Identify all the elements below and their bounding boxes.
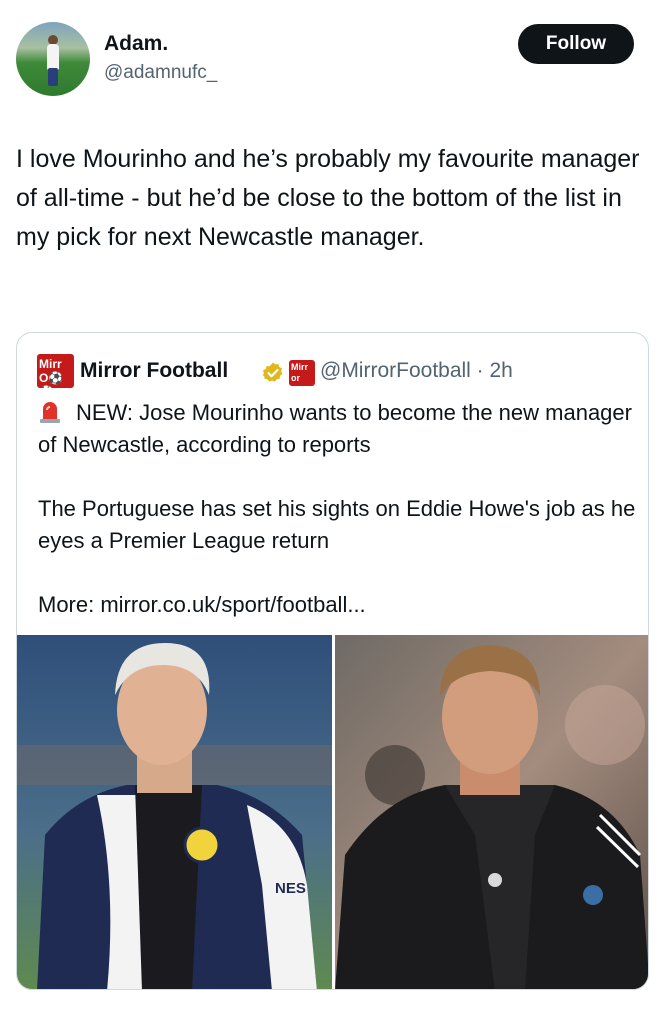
quote-paragraph-3[interactable]: More: mirror.co.uk/sport/football... [38, 589, 638, 621]
quote-paragraph-2: The Portuguese has set his sights on Edd… [38, 496, 636, 553]
quote-text: NEW: Jose Mourinho wants to become the n… [38, 397, 638, 653]
photo-eddie-howe[interactable] [335, 635, 648, 989]
mirror-affiliate-badge-icon[interactable]: Mirr or [289, 360, 315, 386]
avatar-player-body [47, 44, 59, 70]
mirror-football-logo-icon[interactable]: MirrO⚽⚽ [37, 354, 74, 388]
quote-handle-time[interactable]: @MirrorFootball · 2h [320, 359, 513, 383]
author-handle[interactable]: @adamnufc_ [104, 62, 217, 84]
quote-paragraph-1: NEW: Jose Mourinho wants to become the n… [38, 397, 638, 461]
gold-verified-badge-icon [262, 362, 283, 382]
tweet-text: I love Mourinho and he’s probably my fav… [16, 145, 640, 251]
photo-jose-mourinho[interactable]: NES [17, 635, 332, 989]
svg-text:NES: NES [275, 880, 306, 897]
quote-image-grid: NES [17, 635, 648, 989]
author-avatar[interactable] [16, 22, 90, 96]
quoted-tweet-card[interactable]: MirrO⚽⚽ Mirror Football Mirror @MirrorFo… [16, 332, 649, 990]
tweet: Adam. @adamnufc_ Follow I love Mourinho … [0, 0, 665, 1024]
follow-button[interactable]: Follow [518, 24, 634, 64]
quote-display-name[interactable]: Mirror Football [80, 359, 228, 383]
author-display-name[interactable]: Adam. [104, 32, 168, 56]
quote-paragraph-1-text: NEW: Jose Mourinho wants to become the n… [38, 400, 632, 457]
siren-icon [40, 402, 60, 423]
avatar-player-legs [48, 68, 58, 86]
